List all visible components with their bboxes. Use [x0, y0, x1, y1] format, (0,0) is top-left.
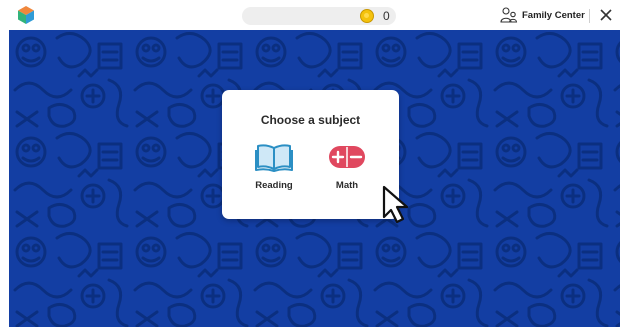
- subject-reading-label: Reading: [255, 180, 293, 191]
- family-center-button[interactable]: Family Center: [500, 6, 585, 24]
- coin-balance: 0: [242, 7, 396, 25]
- close-icon[interactable]: [599, 8, 613, 22]
- app-logo-icon[interactable]: [16, 5, 36, 25]
- coin-count: 0: [383, 9, 390, 23]
- dialog-title: Choose a subject: [260, 113, 361, 127]
- header-divider: [589, 9, 590, 23]
- subject-math-label: Math: [335, 180, 359, 191]
- book-icon: [255, 144, 293, 172]
- mouse-pointer-icon: [382, 185, 409, 224]
- subject-reading[interactable]: Reading: [244, 142, 304, 191]
- subject-math[interactable]: Math: [317, 142, 377, 191]
- plus-minus-icon: [329, 146, 365, 168]
- choose-subject-dialog: Choose a subject Reading Math: [222, 90, 399, 219]
- coin-icon: [360, 9, 374, 23]
- family-icon: [500, 7, 518, 23]
- top-bar: 0 Family Center: [0, 0, 620, 30]
- family-center-label: Family Center: [522, 9, 585, 21]
